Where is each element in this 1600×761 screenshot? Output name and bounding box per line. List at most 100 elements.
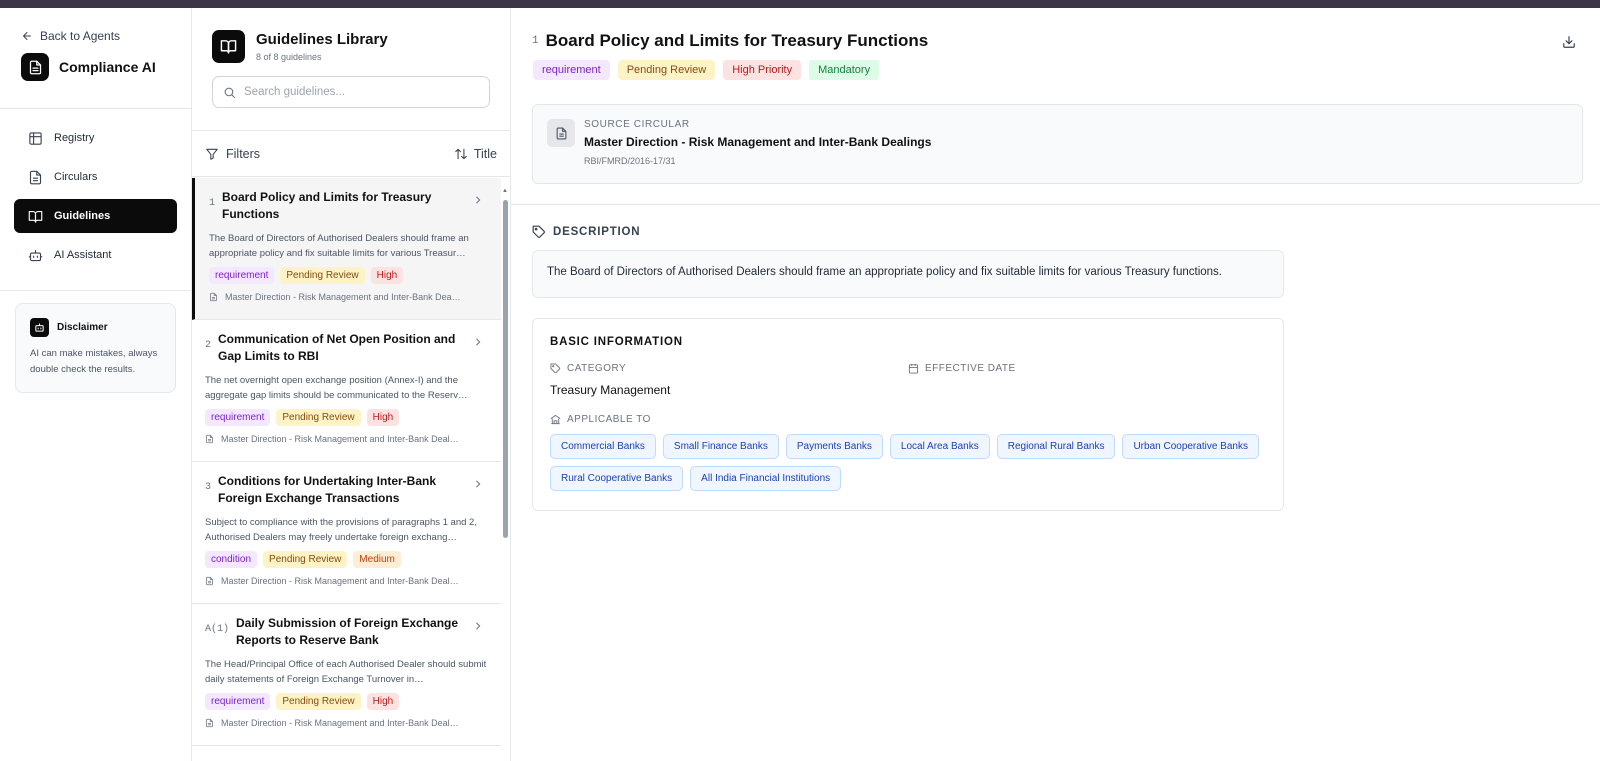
card-title: Daily Submission of Foreign Exchange Rep… xyxy=(236,616,459,647)
chevron-right-icon xyxy=(476,622,481,630)
detail-number: 1 xyxy=(532,35,539,47)
library-titles: Guidelines Library 8 of 8 guidelines xyxy=(256,31,388,62)
search-input[interactable] xyxy=(244,86,474,98)
sidebar-item-registry[interactable]: Registry xyxy=(14,121,177,155)
description-label: DESCRIPTION xyxy=(553,226,641,238)
section-divider xyxy=(511,204,1600,205)
document-icon xyxy=(206,434,213,444)
scroll-up-arrow[interactable]: ▲ xyxy=(502,188,508,194)
category-label: CATEGORY xyxy=(567,363,627,374)
status-tag: Pending Review xyxy=(263,551,348,568)
status-tag: Pending Review xyxy=(617,60,716,80)
detail-tags: requirement Pending Review High Priority… xyxy=(533,60,1579,80)
app-root: Back to Agents Compliance AI Registry Ci… xyxy=(0,8,1600,761)
detail-title-row: 1 Board Policy and Limits for Treasury F… xyxy=(532,31,1579,51)
app-logo xyxy=(21,53,49,81)
arrow-left-icon xyxy=(23,32,31,40)
guideline-card[interactable]: 2 Communication of Net Open Position and… xyxy=(192,320,501,462)
window-top-bar xyxy=(0,0,1600,8)
guideline-card[interactable]: A(1) Daily Submission of Foreign Exchang… xyxy=(192,604,501,746)
card-source-text: Master Direction - Risk Management and I… xyxy=(225,292,461,302)
sidebar-item-ai-assistant[interactable]: AI Assistant xyxy=(14,238,177,272)
card-tags: requirement Pending Review High xyxy=(209,267,488,284)
tag-icon xyxy=(532,225,545,238)
calendar-icon xyxy=(908,363,919,374)
card-header: A(1) Daily Submission of Foreign Exchang… xyxy=(205,615,488,649)
tag-icon xyxy=(550,363,561,374)
info-grid: CATEGORY Treasury Management EFFECTIVE D… xyxy=(550,363,1266,397)
effective-date-label-row: EFFECTIVE DATE xyxy=(908,363,1266,374)
basic-information-box: BASIC INFORMATION CATEGORY Treasury Mana… xyxy=(532,318,1284,511)
chevron-right-icon xyxy=(476,196,481,204)
chevron-right-icon xyxy=(476,338,481,346)
applicable-chip: Payments Banks xyxy=(785,434,883,459)
card-tags: requirement Pending Review High xyxy=(205,409,488,426)
type-tag: requirement xyxy=(205,693,271,710)
file-text-icon xyxy=(29,60,41,74)
guidelines-list-panel: Guidelines Library 8 of 8 guidelines Fil… xyxy=(192,8,511,761)
card-number: 1 xyxy=(209,198,216,209)
sidebar-item-label: Guidelines xyxy=(54,210,111,222)
card-header: 2 Communication of Net Open Position and… xyxy=(205,331,488,365)
disclaimer-text: AI can make mistakes, always double chec… xyxy=(30,348,158,375)
document-icon xyxy=(206,576,213,586)
applicable-chip: Commercial Banks xyxy=(550,434,656,459)
status-tag: Pending Review xyxy=(276,693,361,710)
guideline-count: 8 of 8 guidelines xyxy=(256,52,322,62)
card-source-text: Master Direction - Risk Management and I… xyxy=(221,718,459,728)
source-circular-box[interactable]: SOURCE CIRCULAR Master Direction - Risk … xyxy=(532,104,1583,184)
mandatory-tag: Mandatory xyxy=(809,60,880,80)
bot-icon xyxy=(28,249,43,261)
filters-button[interactable]: Filters xyxy=(205,147,260,161)
filter-icon xyxy=(206,148,218,160)
guideline-card[interactable]: 1 Board Policy and Limits for Treasury F… xyxy=(192,178,501,320)
guideline-card[interactable]: 3 Conditions for Undertaking Inter-Bank … xyxy=(192,462,501,604)
book-open-icon xyxy=(28,210,43,223)
card-source-text: Master Direction - Risk Management and I… xyxy=(221,434,459,444)
sidebar-item-label: Circulars xyxy=(54,171,98,183)
priority-tag: High xyxy=(366,693,400,710)
applicable-chip: Regional Rural Banks xyxy=(996,434,1116,459)
source-label: SOURCE CIRCULAR xyxy=(584,119,690,130)
card-source: Master Direction - Risk Management and I… xyxy=(205,718,489,728)
back-to-agents-link[interactable]: Back to Agents xyxy=(21,28,191,44)
description-heading: DESCRIPTION xyxy=(532,225,1600,239)
effective-date-label: EFFECTIVE DATE xyxy=(925,363,1016,374)
detail-title: Board Policy and Limits for Treasury Fun… xyxy=(545,31,929,50)
download-icon[interactable] xyxy=(1562,35,1576,49)
priority-tag: High Priority xyxy=(723,60,802,80)
card-number: A(1) xyxy=(205,624,230,635)
disclaimer-title: Disclaimer xyxy=(57,322,108,333)
card-source-text: Master Direction - Risk Management and I… xyxy=(221,576,459,586)
card-header: 3 Conditions for Undertaking Inter-Bank … xyxy=(205,473,488,507)
sidebar-item-circulars[interactable]: Circulars xyxy=(14,160,177,194)
card-source: Master Direction - Risk Management and I… xyxy=(209,292,493,302)
card-number: 3 xyxy=(205,482,212,493)
library-title: Guidelines Library xyxy=(256,31,388,48)
category-value: Treasury Management xyxy=(550,383,671,397)
search-icon xyxy=(224,87,235,98)
sidebar-item-label: Registry xyxy=(54,132,95,144)
document-icon xyxy=(547,119,575,147)
bot-icon xyxy=(30,318,49,337)
type-tag: condition xyxy=(205,551,258,568)
status-tag: Pending Review xyxy=(280,267,365,284)
card-description: The Head/Principal Office of each Author… xyxy=(205,659,487,685)
source-reference: RBI/FMRD/2016-17/31 xyxy=(584,156,676,166)
left-sidebar: Back to Agents Compliance AI Registry Ci… xyxy=(0,8,192,761)
basic-information-heading: BASIC INFORMATION xyxy=(550,336,683,348)
brand: Compliance AI xyxy=(21,53,191,81)
book-open-icon xyxy=(212,30,245,63)
card-number: 2 xyxy=(205,340,212,351)
document-icon xyxy=(206,718,213,728)
type-tag: requirement xyxy=(205,409,271,426)
sort-button[interactable]: Title xyxy=(454,147,497,161)
description-text: The Board of Directors of Authorised Dea… xyxy=(532,250,1284,298)
building-icon xyxy=(550,414,561,425)
library-title-row: Guidelines Library 8 of 8 guidelines xyxy=(212,30,490,63)
library-header: Guidelines Library 8 of 8 guidelines xyxy=(192,8,510,131)
type-tag: requirement xyxy=(209,267,275,284)
table-icon xyxy=(29,131,42,145)
sidebar-item-guidelines[interactable]: Guidelines xyxy=(14,199,177,233)
list-scrollbar[interactable] xyxy=(503,200,508,538)
